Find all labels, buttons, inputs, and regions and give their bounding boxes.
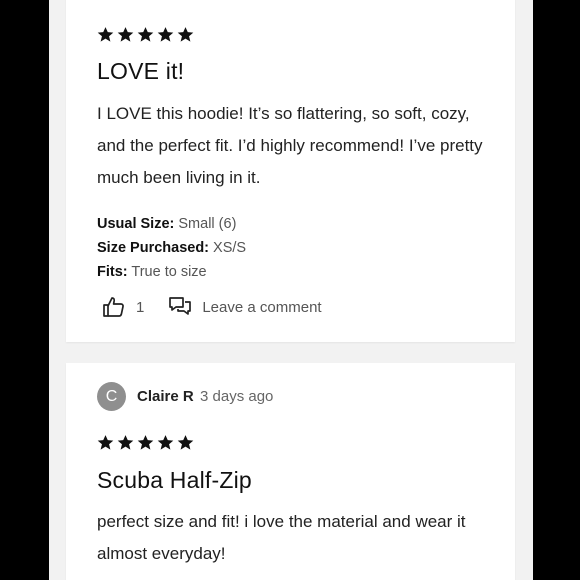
reviews-page: LOVE it! I LOVE this hoodie! It’s so fla… <box>49 0 533 580</box>
size-purchased-value: XS/S <box>213 240 247 256</box>
star-rating <box>97 434 194 451</box>
usual-size: Usual Size: Small (6) <box>97 212 236 236</box>
star-icon <box>157 27 174 42</box>
usual-size-label: Usual Size: <box>97 216 175 232</box>
leave-comment-label: Leave a comment <box>202 298 322 316</box>
star-icon <box>97 435 114 450</box>
star-rating <box>97 26 194 43</box>
thumbs-up-icon <box>103 297 124 317</box>
star-icon <box>97 27 114 42</box>
like-count: 1 <box>136 298 145 316</box>
star-icon <box>117 27 134 42</box>
size-purchased-label: Size Purchased: <box>97 240 210 256</box>
star-icon <box>137 27 154 42</box>
fits-value: True to size <box>131 264 207 280</box>
fits: Fits: True to size <box>97 260 207 284</box>
star-icon <box>117 435 134 450</box>
like-button[interactable]: 1 <box>102 295 144 319</box>
review-body: I LOVE this hoodie! It’s so flattering, … <box>97 104 483 187</box>
size-purchased: Size Purchased: XS/S <box>97 236 246 260</box>
star-icon <box>177 435 194 450</box>
star-icon <box>177 27 194 42</box>
review-title: LOVE it! <box>97 58 185 84</box>
review-time: 3 days ago <box>200 388 274 405</box>
star-icon <box>157 435 174 450</box>
review-actions: 1 Leave a comment <box>102 295 322 319</box>
review-card: C Claire R 3 days ago Scuba Half-Zip per… <box>66 363 515 580</box>
review-title: Scuba Half-Zip <box>97 467 252 493</box>
leave-comment-button[interactable]: Leave a comment <box>168 295 322 319</box>
review-card: LOVE it! I LOVE this hoodie! It’s so fla… <box>66 0 515 342</box>
usual-size-value: Small (6) <box>178 216 237 232</box>
star-icon <box>137 435 154 450</box>
comment-icon <box>169 297 192 315</box>
review-body: perfect size and fit! i love the materia… <box>97 512 466 563</box>
avatar: C <box>97 382 126 411</box>
fits-label: Fits: <box>97 264 128 280</box>
review-author: Claire R <box>137 388 194 405</box>
